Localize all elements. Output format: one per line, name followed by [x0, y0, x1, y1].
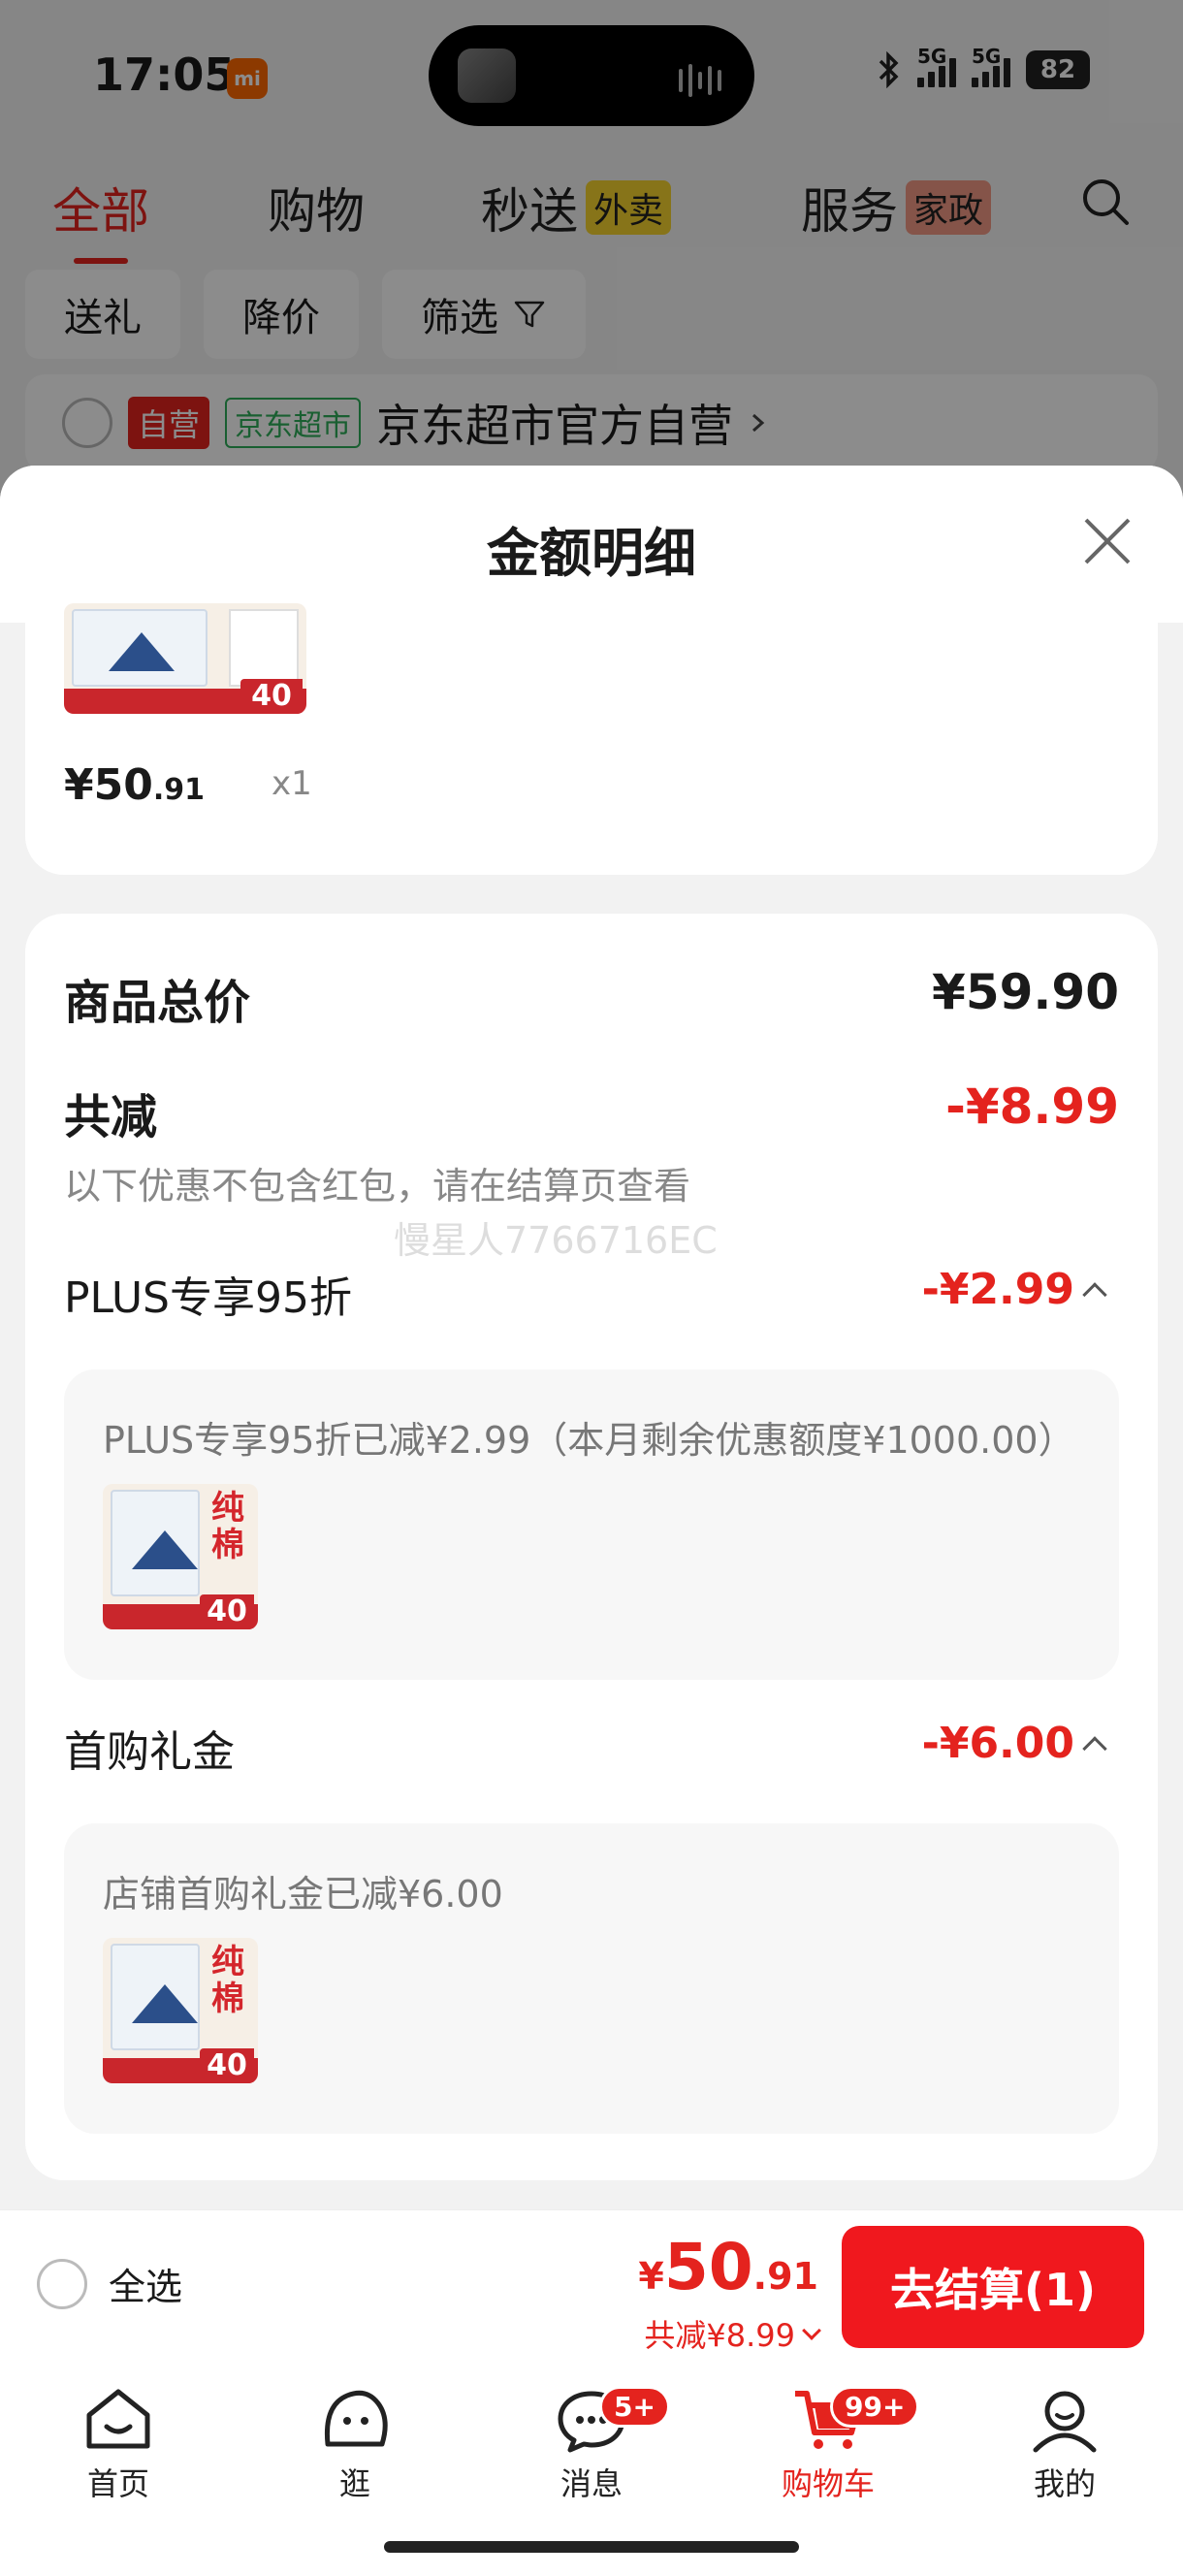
plus-discount-detail-text: PLUS专享95折已减¥2.99（本月剩余优惠额度¥1000.00）: [103, 1419, 1075, 1462]
sheet-title: 金额明细: [487, 523, 696, 584]
product-card: 40 ¥50.91 x1: [25, 603, 1158, 875]
select-all-checkbox[interactable]: [37, 2258, 87, 2309]
saved-amount: 共减¥8.99: [644, 2317, 795, 2354]
product-quantity: x1: [272, 764, 312, 803]
checkout-button[interactable]: 去结算(1): [842, 2226, 1144, 2348]
chevron-up-icon: [1082, 1281, 1107, 1307]
close-icon[interactable]: [1078, 512, 1136, 570]
goods-total-value: ¥59.90: [932, 964, 1119, 1020]
home-icon: [86, 2389, 150, 2449]
checkout-bar: 全选 ¥50.91 共减¥8.99 去结算(1): [0, 2209, 1183, 2367]
amount-breakdown-card: 商品总价 ¥59.90 共减 -¥8.99 以下优惠不包含红包，请在结算页查看 …: [25, 914, 1158, 2180]
nav-explore[interactable]: 逛: [277, 2386, 432, 2504]
first-purchase-value: -¥6.00: [921, 1719, 1074, 1768]
plus-discount-toggle[interactable]: -¥2.99: [921, 1265, 1107, 1314]
plus-discount-value: -¥2.99: [921, 1265, 1074, 1314]
nav-profile[interactable]: 我的: [987, 2386, 1142, 2504]
home-indicator[interactable]: [384, 2541, 799, 2553]
mascot-icon: [324, 2390, 388, 2447]
cart-total: ¥50.91: [638, 2230, 818, 2304]
nav-cart[interactable]: 购物车 99+: [751, 2386, 920, 2504]
nav-home[interactable]: 首页: [41, 2386, 196, 2504]
total-discount-value: -¥8.99: [945, 1079, 1119, 1135]
first-purchase-label: 首购礼金: [64, 1727, 235, 1777]
product-thumbnail[interactable]: 40: [64, 603, 306, 714]
saved-amount-toggle[interactable]: 共减¥8.99: [644, 2311, 821, 2356]
plus-discount-detail: PLUS专享95折已减¥2.99（本月剩余优惠额度¥1000.00） 纯棉 40: [64, 1369, 1119, 1680]
nav-messages[interactable]: 消息 5+: [514, 2386, 670, 2504]
discount-product-thumbnail[interactable]: 纯棉 40: [103, 1484, 258, 1629]
user-watermark: 慢星人7766716EC: [394, 1219, 718, 1262]
total-discount-label: 共减: [64, 1090, 158, 1144]
cart-badge: 99+: [830, 2386, 920, 2428]
first-purchase-detail: 店铺首购礼金已减¥6.00 纯棉 40: [64, 1823, 1119, 2134]
discount-product-thumbnail[interactable]: 纯棉 40: [103, 1938, 258, 2083]
chevron-up-icon: [1082, 1735, 1107, 1761]
first-purchase-toggle[interactable]: -¥6.00: [921, 1719, 1107, 1768]
select-all-label: 全选: [109, 2266, 183, 2308]
select-all[interactable]: 全选: [37, 2257, 182, 2310]
sheet-header: 金额明细: [0, 466, 1183, 623]
discount-note: 以下优惠不包含红包，请在结算页查看: [64, 1165, 691, 1208]
profile-icon: [1033, 2391, 1097, 2453]
goods-total-label: 商品总价: [64, 976, 251, 1030]
plus-discount-label: PLUS专享95折: [64, 1273, 352, 1323]
product-price: ¥50.91: [64, 760, 206, 810]
messages-badge: 5+: [599, 2386, 670, 2428]
chevron-down-icon: [802, 2321, 821, 2340]
first-purchase-detail-text: 店铺首购礼金已减¥6.00: [103, 1873, 503, 1916]
